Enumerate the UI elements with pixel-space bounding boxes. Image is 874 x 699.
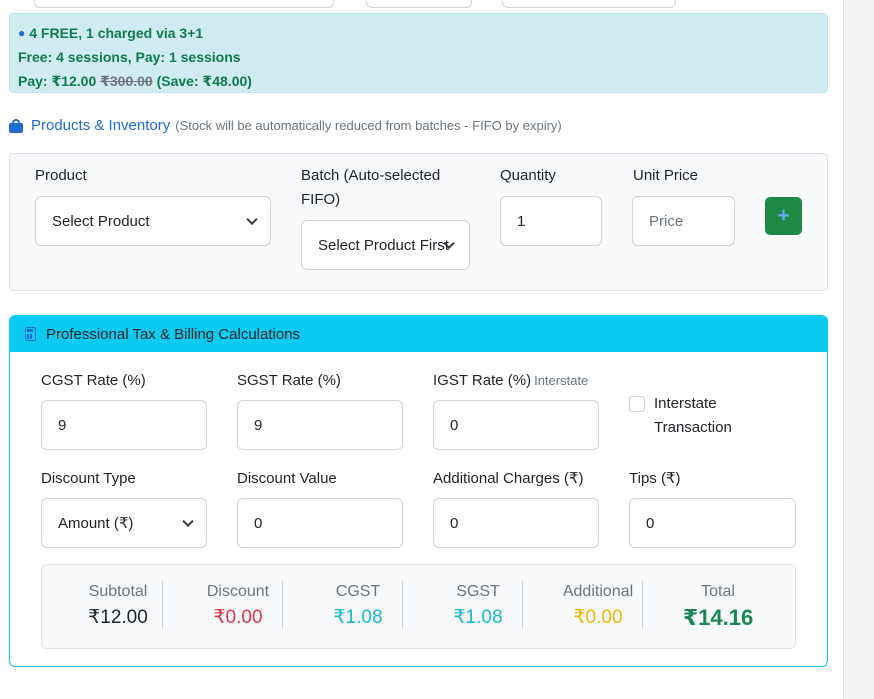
offer-line-2: Free: 4 sessions, Pay: 1 sessions — [18, 45, 819, 69]
offer-pay-amount: Pay: ₹12.00 — [18, 73, 97, 89]
offer-line-1: ● 4 FREE, 1 charged via 3+1 — [18, 21, 819, 45]
batch-select[interactable]: Select Product First — [301, 220, 470, 270]
tips-input[interactable]: 0 — [629, 498, 796, 548]
cutoff-input-2[interactable] — [366, 0, 472, 8]
tax-card-title: Professional Tax & Billing Calculations — [46, 325, 301, 343]
summary-divider — [282, 581, 283, 629]
cgst-rate-label: CGST Rate (%) — [41, 372, 146, 389]
unit-price-placeholder: Price — [649, 212, 684, 230]
plus-icon: + — [777, 204, 790, 227]
tips-value: 0 — [646, 514, 655, 532]
summary-divider — [522, 581, 523, 629]
cgst-amount: ₹1.08 — [333, 607, 383, 628]
igst-rate-label-text: IGST Rate (%) — [433, 372, 532, 389]
cutoff-input-1[interactable] — [34, 0, 334, 8]
quantity-label: Quantity — [500, 167, 556, 184]
offer-summary: 4 FREE, 1 charged via 3+1 — [29, 25, 204, 41]
summary-subtotal: Subtotal ₹12.00 — [58, 581, 178, 633]
igst-interstate-note: Interstate — [534, 373, 589, 388]
discount-value-input[interactable]: 0 — [237, 498, 403, 548]
product-select[interactable]: Select Product — [35, 196, 271, 246]
interstate-checkbox-label[interactable]: Interstate Transaction — [654, 392, 754, 440]
discount-label: Discount — [206, 583, 270, 600]
subtotal-label: Subtotal — [88, 583, 148, 600]
total-amount: ₹14.16 — [682, 605, 754, 630]
summary-divider — [402, 581, 403, 629]
products-title: Products & Inventory — [31, 117, 171, 134]
offer-original-price: ₹300.00 — [100, 73, 153, 89]
igst-rate-input[interactable]: 0 — [433, 400, 599, 450]
quantity-value: 1 — [517, 212, 526, 230]
interstate-checkbox[interactable] — [629, 396, 645, 412]
summary-discount: Discount ₹0.00 — [178, 581, 298, 633]
package-offer-alert: ● 4 FREE, 1 charged via 3+1 Free: 4 sess… — [9, 13, 828, 93]
additional-amount: ₹0.00 — [573, 607, 623, 628]
offer-line-3: Pay: ₹12.00 ₹300.00 (Save: ₹48.00) — [18, 69, 819, 93]
quantity-input[interactable]: 1 — [500, 196, 602, 246]
product-label: Product — [35, 167, 87, 184]
subtotal-value: ₹12.00 — [88, 607, 148, 628]
cgst-rate-input[interactable]: 9 — [41, 400, 207, 450]
sgst-rate-label: SGST Rate (%) — [237, 372, 341, 389]
sgst-label: SGST — [456, 583, 500, 600]
shopping-bag-icon — [9, 118, 23, 133]
offer-sessions: Free: 4 sessions, Pay: 1 sessions — [18, 49, 241, 65]
offer-savings: (Save: ₹48.00) — [156, 73, 252, 89]
batch-select-value: Select Product First — [318, 236, 449, 254]
additional-charges-input[interactable]: 0 — [433, 498, 599, 548]
cgst-rate-value: 9 — [58, 416, 67, 434]
discount-value-label: Discount Value — [237, 470, 337, 487]
cgst-label: CGST — [335, 583, 381, 600]
products-section-heading: Products & Inventory (Stock will be auto… — [9, 117, 562, 134]
additional-charges-value: 0 — [450, 514, 459, 532]
summary-divider — [642, 581, 643, 629]
additional-charges-label: Additional Charges (₹) — [433, 470, 584, 487]
igst-rate-value: 0 — [450, 416, 459, 434]
summary-divider — [162, 581, 163, 629]
unit-price-label: Unit Price — [633, 167, 699, 184]
add-product-button[interactable]: + — [765, 197, 802, 235]
tax-card-header: Professional Tax & Billing Calculations — [10, 316, 827, 352]
summary-total: Total ₹14.16 — [658, 581, 778, 633]
chevron-down-icon — [182, 515, 194, 528]
discount-type-select[interactable]: Amount (₹) — [41, 498, 207, 548]
tag-icon: ● — [18, 26, 26, 40]
summary-sgst: SGST ₹1.08 — [418, 581, 538, 633]
discount-amount: ₹0.00 — [213, 607, 263, 628]
discount-type-label: Discount Type — [41, 470, 136, 487]
billing-summary: Subtotal ₹12.00 Discount ₹0.00 CGST ₹1.0… — [41, 564, 796, 649]
chevron-down-icon — [246, 213, 258, 226]
sgst-rate-input[interactable]: 9 — [237, 400, 403, 450]
products-note: (Stock will be automatically reduced fro… — [175, 118, 562, 133]
total-label: Total — [701, 583, 735, 600]
batch-label: Batch (Auto-selected FIFO) — [301, 167, 441, 208]
sgst-rate-value: 9 — [254, 416, 263, 434]
unit-price-input[interactable]: Price — [632, 196, 735, 246]
summary-additional: Additional ₹0.00 — [538, 581, 658, 633]
tips-label: Tips (₹) — [629, 470, 681, 487]
discount-type-value: Amount (₹) — [58, 515, 134, 532]
summary-cgst: CGST ₹1.08 — [298, 581, 418, 633]
calculator-icon — [25, 327, 36, 341]
additional-label: Additional — [562, 583, 634, 600]
product-select-value: Select Product — [52, 212, 150, 230]
sgst-amount: ₹1.08 — [453, 607, 503, 628]
igst-rate-label: IGST Rate (%) Interstate — [433, 369, 588, 393]
discount-value: 0 — [254, 514, 263, 532]
page-scroll-rail — [843, 0, 874, 699]
cutoff-input-3[interactable] — [502, 0, 676, 8]
